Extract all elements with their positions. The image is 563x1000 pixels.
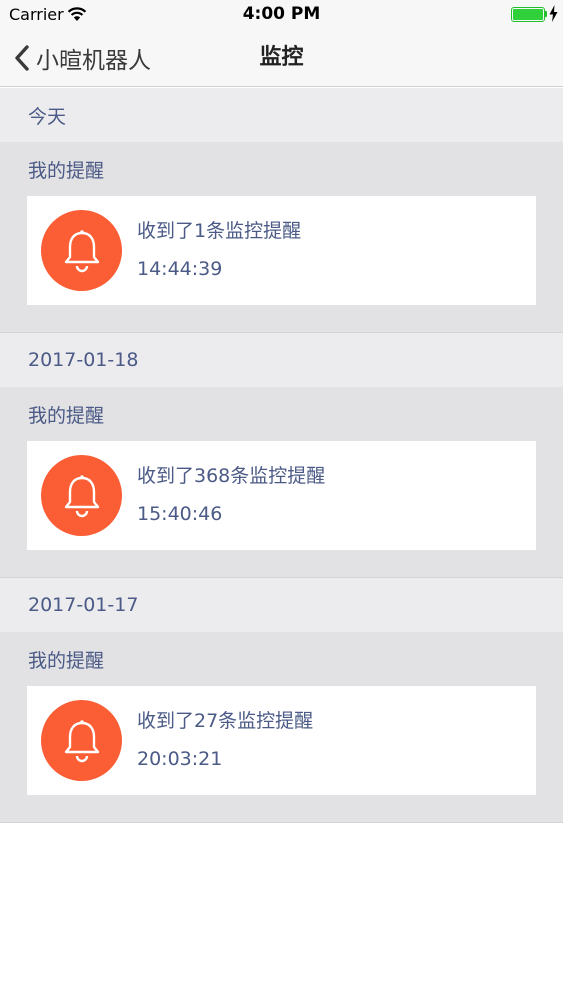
alert-message: 收到了1条监控提醒 xyxy=(137,220,302,242)
clock: 4:00 PM xyxy=(242,4,321,24)
date-header: 今天 xyxy=(0,88,563,142)
date-header: 2017-01-18 xyxy=(0,333,563,387)
bell-icon xyxy=(41,700,122,781)
alert-feed: 今天 我的提醒 收到了1条监控提醒 14:44:39 2017-01-18 我的… xyxy=(0,88,563,823)
group-title: 我的提醒 xyxy=(28,159,105,182)
chevron-left-icon xyxy=(15,45,29,71)
alert-message: 收到了368条监控提醒 xyxy=(137,465,326,487)
battery-tip xyxy=(545,11,547,17)
date-header: 2017-01-17 xyxy=(0,578,563,632)
alert-time: 20:03:21 xyxy=(137,748,223,770)
group-title: 我的提醒 xyxy=(28,649,105,672)
battery-icon xyxy=(511,7,545,22)
reminder-group: 我的提醒 收到了368条监控提醒 15:40:46 xyxy=(0,387,563,578)
back-label: 小暄机器人 xyxy=(36,48,151,74)
alert-card[interactable]: 收到了1条监控提醒 14:44:39 xyxy=(27,196,536,305)
bell-icon xyxy=(41,455,122,536)
alert-message: 收到了27条监控提醒 xyxy=(137,710,314,732)
reminder-group: 我的提醒 收到了1条监控提醒 14:44:39 xyxy=(0,142,563,333)
charging-bolt-icon xyxy=(549,5,558,22)
navigation-bar: 小暄机器人 监控 xyxy=(0,30,563,87)
alert-time: 15:40:46 xyxy=(137,503,223,525)
alert-time: 14:44:39 xyxy=(137,258,223,280)
status-bar: Carrier 4:00 PM xyxy=(0,0,563,30)
battery-fill xyxy=(513,9,543,20)
reminder-group: 我的提醒 收到了27条监控提醒 20:03:21 xyxy=(0,632,563,823)
bell-icon xyxy=(41,210,122,291)
back-button[interactable]: 小暄机器人 xyxy=(14,30,151,86)
alert-card[interactable]: 收到了27条监控提醒 20:03:21 xyxy=(27,686,536,795)
group-title: 我的提醒 xyxy=(28,404,105,427)
alert-card[interactable]: 收到了368条监控提醒 15:40:46 xyxy=(27,441,536,550)
